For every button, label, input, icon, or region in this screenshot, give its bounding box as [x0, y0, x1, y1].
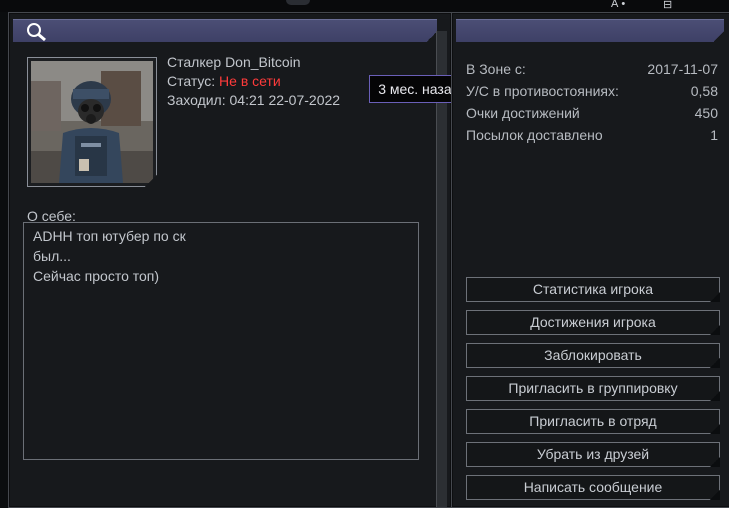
avatar-frame	[27, 57, 157, 187]
stat-value: 2017-11-07	[647, 61, 718, 77]
stats-panel: В Зоне с: 2017-11-07 У/С в противостояни…	[451, 12, 729, 508]
stat-row: Очки достижений 450	[466, 102, 718, 124]
stat-value: 450	[694, 105, 718, 121]
header-notch	[714, 20, 729, 43]
block-button[interactable]: Заблокировать	[466, 343, 720, 368]
window-icon[interactable]: ⊟	[663, 0, 672, 11]
profile-info: Сталкер Don_Bitcoin Статус: Не в сети За…	[167, 53, 340, 110]
profile-header	[13, 19, 447, 43]
remove-friend-button[interactable]: Убрать из друзей	[466, 442, 720, 467]
last-seen-value[interactable]: 04:21 22-07-2022	[230, 92, 341, 108]
about-text-box[interactable]: ADHH топ ютубер по ск был... Сейчас прос…	[23, 222, 419, 460]
player-name: Сталкер Don_Bitcoin	[167, 54, 301, 70]
about-line: Сейчас просто топ)	[33, 268, 160, 284]
stat-row: У/С в противостояниях: 0,58	[466, 80, 718, 102]
stats-header	[456, 19, 729, 43]
last-seen-label: Заходил:	[167, 92, 226, 108]
invite-to-faction-button[interactable]: Пригласить в группировку	[466, 376, 720, 401]
stat-label: В Зоне с:	[466, 61, 526, 77]
search-icon[interactable]	[25, 22, 49, 42]
stat-value: 0,58	[690, 83, 718, 99]
stat-row: В Зоне с: 2017-11-07	[466, 58, 718, 80]
last-seen-line: Заходил: 04:21 22-07-2022	[167, 91, 340, 110]
invite-to-squad-button[interactable]: Пригласить в отряд	[466, 409, 720, 434]
status-value: Не в сети	[219, 73, 281, 89]
about-line: ADHH топ ютубер по ск	[33, 228, 186, 244]
stat-label: У/С в противостояниях:	[466, 83, 619, 99]
language-indicator-icon[interactable]: Ā •	[611, 0, 625, 10]
stats-list: В Зоне с: 2017-11-07 У/С в противостояни…	[466, 58, 718, 146]
stat-value: 1	[710, 127, 718, 143]
stat-label: Очки достижений	[466, 105, 580, 121]
status-label: Статус:	[167, 73, 216, 89]
player-stats-button[interactable]: Статистика игрока	[466, 277, 720, 302]
about-line: был...	[33, 248, 71, 264]
player-achievements-button[interactable]: Достижения игрока	[466, 310, 720, 335]
top-knob	[286, 0, 310, 5]
avatar	[31, 61, 153, 183]
send-message-button[interactable]: Написать сообщение	[466, 475, 720, 500]
stat-label: Посылок доставлено	[466, 127, 603, 143]
status-line: Статус: Не в сети	[167, 72, 340, 91]
stat-row: Посылок доставлено 1	[466, 124, 718, 146]
